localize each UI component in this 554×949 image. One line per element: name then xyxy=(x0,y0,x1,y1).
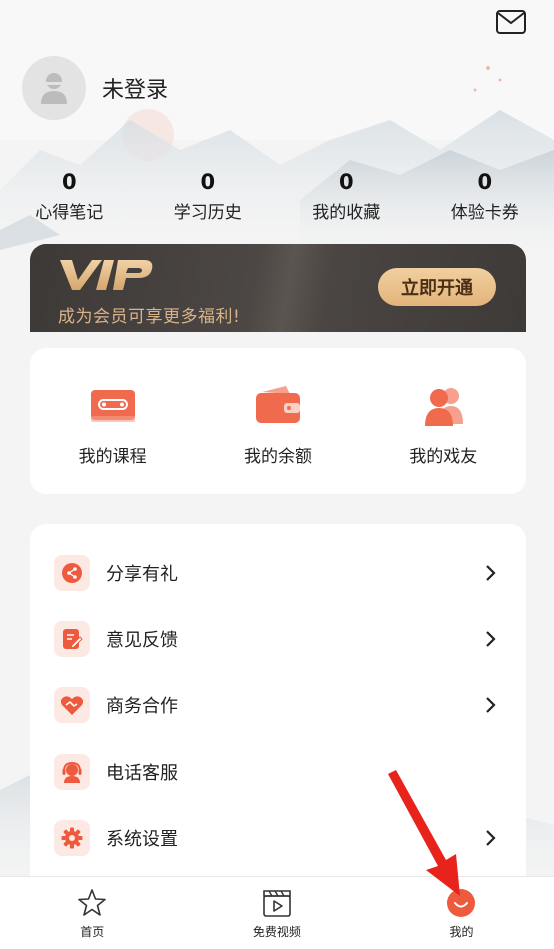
feedback-icon xyxy=(63,629,83,649)
menu-label: 系统设置 xyxy=(106,829,178,850)
tab-label: 我的 xyxy=(449,925,474,939)
stat-value: 0 xyxy=(477,170,493,194)
stat-value: 0 xyxy=(338,170,354,194)
video-icon xyxy=(263,890,291,917)
tab-home[interactable]: 首页 xyxy=(0,877,185,949)
user-silhouette-icon xyxy=(41,73,67,104)
mail-icon[interactable] xyxy=(495,8,527,36)
menu-item-feedback[interactable]: 意见反馈 xyxy=(30,609,526,669)
stat-coupons[interactable]: 0 体验卡券 xyxy=(416,168,554,223)
handshake-icon xyxy=(60,696,84,715)
vip-subtitle: 成为会员可享更多福利! xyxy=(58,307,241,327)
vip-logo xyxy=(60,260,153,290)
stat-value: 0 xyxy=(61,170,77,194)
stats-row: 0 心得笔记 0 学习历史 0 我的收藏 0 体验卡券 xyxy=(0,168,554,223)
stat-label: 学习历史 xyxy=(173,203,242,223)
avatar[interactable] xyxy=(22,56,86,120)
menu-label: 分享有礼 xyxy=(106,564,178,585)
chevron-right-icon xyxy=(486,631,496,647)
menu-item-business[interactable]: 商务合作 xyxy=(30,675,526,735)
bottom-tab-bar: 首页 免费视频 我的 xyxy=(0,876,554,949)
menu-card: 分享有礼 意见反馈 商务合作 电话客服 系统设置 xyxy=(30,524,526,876)
stat-history[interactable]: 0 学习历史 xyxy=(139,168,278,223)
chevron-right-icon xyxy=(486,830,496,846)
menu-icon-bg xyxy=(54,820,90,856)
tab-free-video[interactable]: 免费视频 xyxy=(185,877,370,949)
quick-label: 我的戏友 xyxy=(409,447,478,467)
menu-item-share[interactable]: 分享有礼 xyxy=(30,543,526,603)
chevron-right-icon xyxy=(486,565,496,581)
stat-label: 我的收藏 xyxy=(312,203,381,223)
chevron-right-icon xyxy=(486,697,496,713)
wallet-icon xyxy=(255,386,300,423)
stat-label: 体验卡券 xyxy=(450,203,519,223)
quick-actions-card: 我的课程 我的余额 我的戏友 xyxy=(30,348,526,494)
tab-label: 首页 xyxy=(80,925,105,939)
stat-notes[interactable]: 0 心得笔记 xyxy=(0,168,139,223)
star-icon xyxy=(78,889,107,916)
tab-mine[interactable]: 我的 xyxy=(369,877,554,949)
profile-face-icon xyxy=(447,889,476,917)
menu-label: 电话客服 xyxy=(106,763,178,784)
my-courses-button[interactable]: 我的课程 xyxy=(30,348,195,494)
stat-value: 0 xyxy=(200,170,216,194)
gear-icon xyxy=(61,827,83,849)
menu-icon-bg xyxy=(54,754,90,790)
login-status[interactable]: 未登录 xyxy=(102,72,168,104)
stat-label: 心得笔记 xyxy=(35,203,104,223)
tab-label: 免费视频 xyxy=(252,925,301,939)
share-icon xyxy=(62,563,82,583)
headset-icon xyxy=(62,761,82,783)
quick-label: 我的课程 xyxy=(78,447,147,467)
menu-label: 商务合作 xyxy=(106,696,178,717)
my-balance-button[interactable]: 我的余额 xyxy=(195,348,360,494)
quick-label: 我的余额 xyxy=(243,447,312,467)
cassette-icon xyxy=(90,390,135,422)
menu-icon-bg xyxy=(54,555,90,591)
stat-favorites[interactable]: 0 我的收藏 xyxy=(277,168,416,223)
friends-icon xyxy=(425,388,464,426)
activate-vip-button[interactable]: 立即开通 xyxy=(378,268,496,306)
my-friends-button[interactable]: 我的戏友 xyxy=(361,348,526,494)
menu-label: 意见反馈 xyxy=(106,630,178,651)
menu-icon-bg xyxy=(54,621,90,657)
vip-banner[interactable]: 成为会员可享更多福利! 立即开通 xyxy=(30,244,526,332)
menu-icon-bg xyxy=(54,687,90,723)
menu-item-phone-service[interactable]: 电话客服 xyxy=(30,742,526,802)
menu-item-settings[interactable]: 系统设置 xyxy=(30,808,526,868)
profile-header[interactable]: 未登录 xyxy=(22,56,168,120)
